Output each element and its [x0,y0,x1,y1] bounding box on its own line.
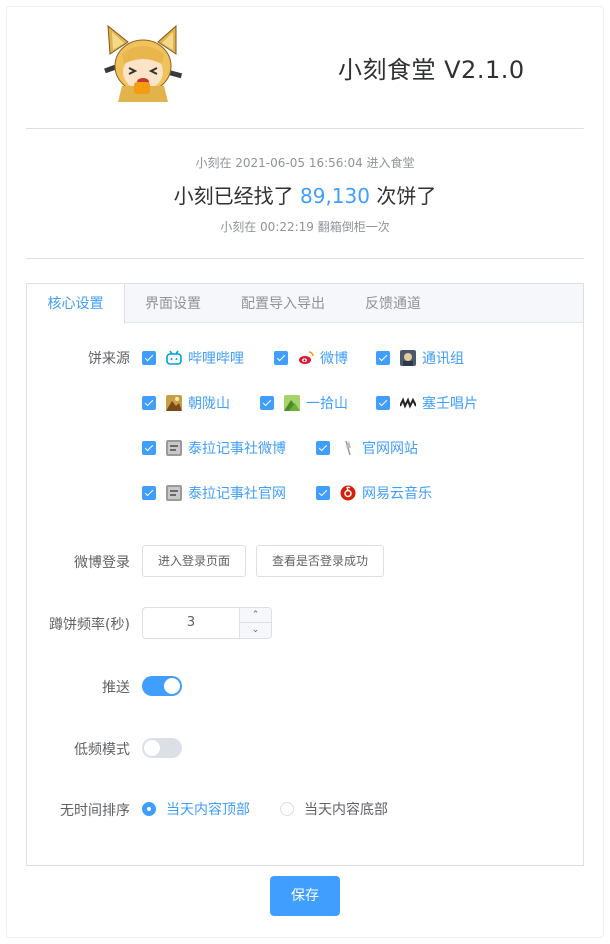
toggle-knob [164,678,180,694]
source-official-site[interactable]: 官网网站 [316,438,418,458]
checkbox-icon[interactable] [142,351,156,365]
source-weibo[interactable]: 微博 [274,348,348,368]
radio-label: 当天内容顶部 [166,802,250,818]
terra-historicus-site-icon [166,485,182,501]
source-telegram-group[interactable]: 通讯组 [376,348,464,368]
tab-config-import-export[interactable]: 配置导入导出 [221,284,345,324]
source-label: 朝陇山 [188,396,230,412]
tab-feedback[interactable]: 反馈通道 [345,284,441,324]
low-frequency-toggle[interactable] [142,738,182,758]
chevron-down-icon[interactable]: ⌄ [239,623,271,638]
source-label: 一拾山 [306,396,348,412]
chaolongshan-icon [166,395,182,411]
app-title: 小刻食堂 V2.1.0 [338,56,525,84]
frequency-input[interactable]: 3 [143,608,239,638]
frequency-label: 蹲饼频率(秒) [49,617,130,633]
source-label: 网易云音乐 [362,486,432,502]
cookie-counter: 小刻已经找了 89,130 次饼了 [0,180,610,209]
sort-label: 无时间排序 [60,803,130,819]
source-terra-historicus-site[interactable]: 泰拉记事社官网 [142,483,286,503]
terra-historicus-weibo-icon [166,440,182,456]
bilibili-icon [166,350,182,366]
checkbox-icon[interactable] [376,351,390,365]
enter-login-page-button[interactable]: 进入登录页面 [142,545,246,577]
checkbox-icon[interactable] [142,441,156,455]
radio-dot[interactable] [142,802,156,816]
telegram-group-icon [400,350,416,366]
stats-divider [26,258,584,259]
weibo-icon [298,350,314,366]
checkbox-icon[interactable] [274,351,288,365]
official-site-icon [340,440,356,456]
toggle-knob [144,740,160,756]
chevron-up-icon[interactable]: ⌃ [239,608,271,623]
tab-header: 核心设置 界面设置 配置导入导出 反馈通道 [27,284,583,324]
frequency-stepper[interactable]: 3 ⌃ ⌄ [142,607,272,639]
check-login-button[interactable]: 查看是否登录成功 [256,545,384,577]
radio-dot[interactable] [280,802,294,816]
source-terra-historicus-weibo[interactable]: 泰拉记事社微博 [142,438,286,458]
flip-time-text: 小刻在 00:22:19 翻箱倒柜一次 [220,220,390,234]
checkbox-icon[interactable] [142,486,156,500]
netease-music-icon [340,485,356,501]
push-label: 推送 [102,680,130,696]
monster-siren-icon [399,395,417,411]
push-toggle[interactable] [142,676,182,696]
checkbox-icon[interactable] [260,396,274,410]
radio-today-top[interactable]: 当天内容顶部 [142,799,250,819]
checkbox-icon[interactable] [316,441,330,455]
low-frequency-label: 低频模式 [74,742,130,758]
checkbox-icon[interactable] [376,396,390,410]
source-label: 泰拉记事社微博 [188,441,286,457]
counter-suffix: 次饼了 [369,184,437,208]
source-netease-music[interactable]: 网易云音乐 [316,483,432,503]
source-label: 泰拉记事社官网 [188,486,286,502]
header-divider [26,128,584,129]
sources-label: 饼来源 [88,351,130,367]
checkbox-icon[interactable] [142,396,156,410]
counter-value: 89,130 [300,184,370,208]
tab-interface-settings[interactable]: 界面设置 [125,284,221,324]
source-label: 塞壬唱片 [422,396,478,412]
save-button[interactable]: 保存 [270,876,340,916]
source-label: 哔哩哔哩 [188,351,244,367]
radio-label: 当天内容底部 [304,802,388,818]
source-label: 微博 [320,351,348,367]
weibo-login-label: 微博登录 [74,555,130,571]
source-label: 官网网站 [362,441,418,457]
source-label: 通讯组 [422,351,464,367]
yishishan-icon [284,395,300,411]
checkbox-icon[interactable] [316,486,330,500]
source-bilibili[interactable]: 哔哩哔哩 [142,348,244,368]
counter-prefix: 小刻已经找了 [173,184,300,208]
source-chaolongshan[interactable]: 朝陇山 [142,393,230,413]
enter-time-text: 小刻在 2021-06-05 16:56:04 进入食堂 [195,156,415,170]
source-yishishan[interactable]: 一拾山 [260,393,348,413]
ceobe-avatar-logo [104,24,182,102]
tab-core-settings[interactable]: 核心设置 [27,284,125,324]
source-monster-siren[interactable]: 塞壬唱片 [376,393,478,413]
radio-today-bottom[interactable]: 当天内容底部 [280,799,388,819]
